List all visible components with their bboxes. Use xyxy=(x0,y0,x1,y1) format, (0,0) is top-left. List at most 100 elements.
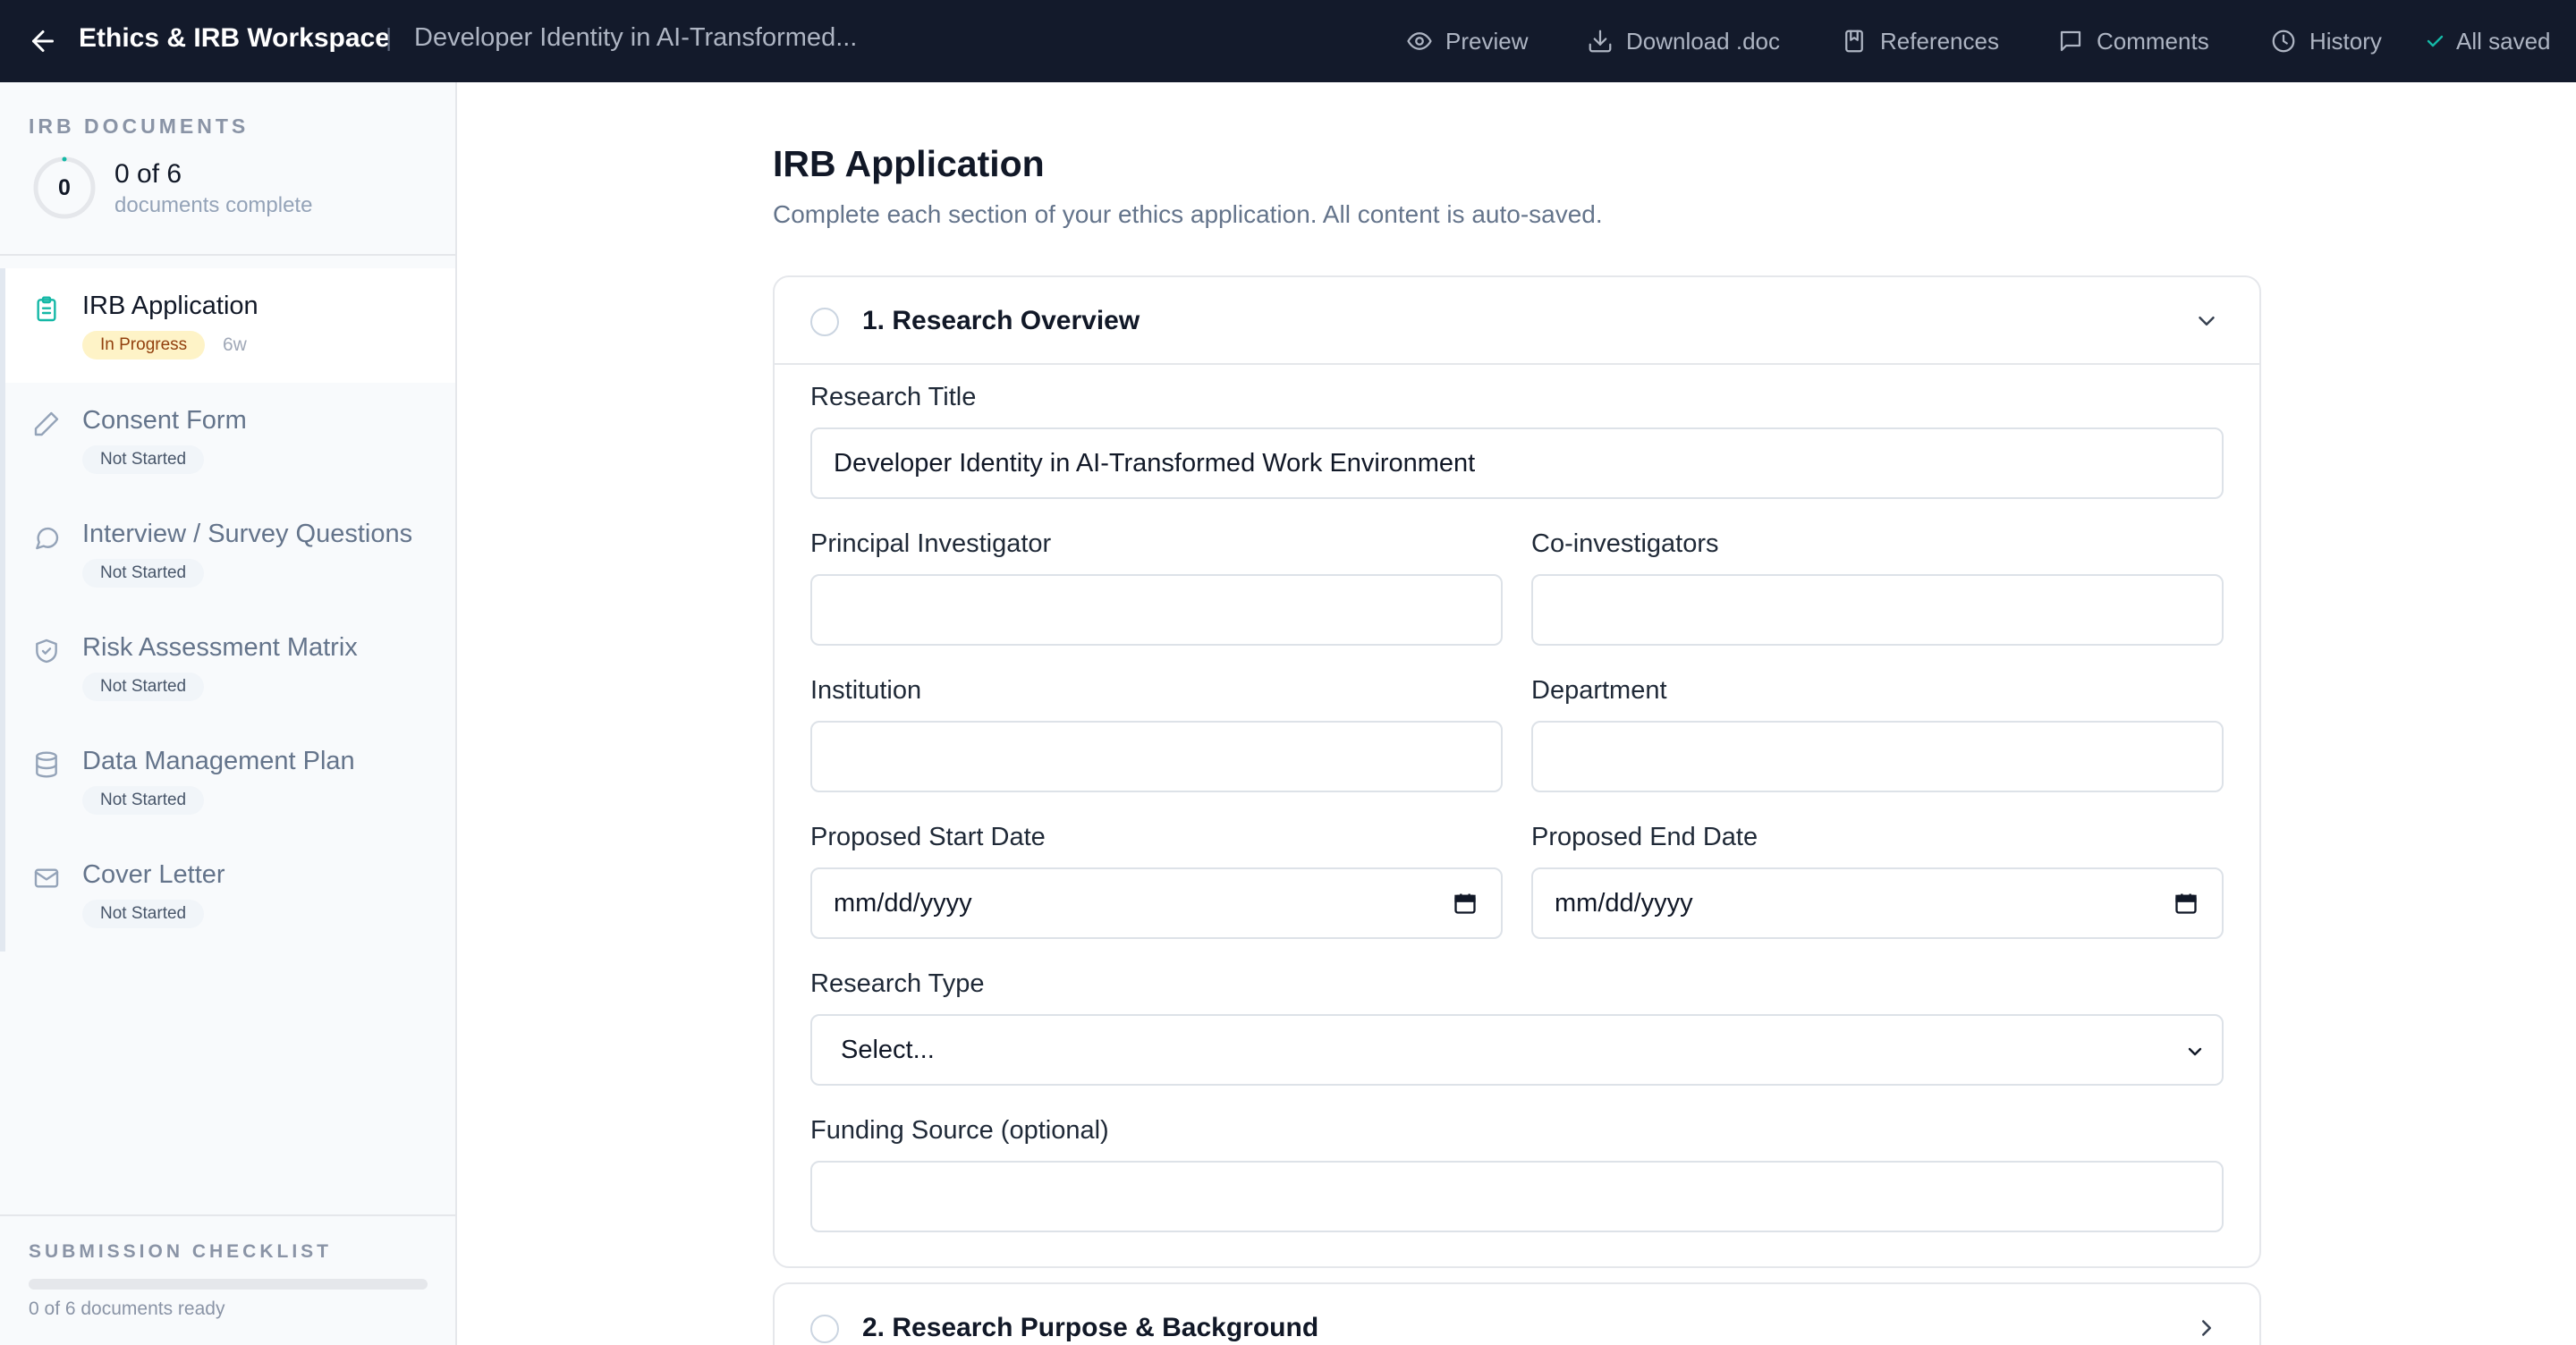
start-date-label: Proposed Start Date xyxy=(810,823,1046,851)
status-badge: In Progress xyxy=(82,331,206,360)
sidebar-item-irb-application[interactable]: IRB Application In Progress 6w xyxy=(0,268,455,383)
save-status-label: All saved xyxy=(2456,27,2551,55)
sidebar-item-consent-form[interactable]: Consent Form Not Started xyxy=(0,383,455,497)
shield-icon xyxy=(36,639,57,664)
download-icon xyxy=(1589,30,1612,53)
comments-button[interactable]: Comments xyxy=(2057,23,2209,59)
research-title-value: Developer Identity in AI-Transformed Wor… xyxy=(834,449,1476,478)
document-name: Consent Form xyxy=(82,406,247,435)
status-badge: Not Started xyxy=(82,445,205,474)
progress-label: documents complete xyxy=(114,193,313,217)
references-button[interactable]: References xyxy=(1841,23,1999,59)
institution-label: Institution xyxy=(810,676,922,705)
history-label: History xyxy=(2309,27,2382,55)
comments-label: Comments xyxy=(2097,27,2209,55)
section-title: 2. Research Purpose & Background xyxy=(862,1313,1319,1342)
progress-ring-value: 0 xyxy=(58,175,71,200)
chevron-down-icon xyxy=(2188,1047,2202,1056)
document-name: Cover Letter xyxy=(82,860,225,889)
database-icon xyxy=(36,751,57,778)
research-type-value: Select... xyxy=(841,1036,935,1064)
start-date-value: mm/dd/yyyy xyxy=(834,889,972,918)
sidebar-item-data-management-plan[interactable]: Data Management Plan Not Started xyxy=(0,723,455,838)
clipboard-icon xyxy=(37,296,56,322)
end-date-input[interactable]: mm/dd/yyyy xyxy=(1531,867,2224,939)
sidebar-divider xyxy=(0,254,455,256)
principal-investigator-input[interactable] xyxy=(810,574,1503,646)
section-research-overview: 1. Research Overview Research Title Deve… xyxy=(773,275,2261,1268)
item-indicator xyxy=(0,610,5,724)
page-subtitle: Complete each section of your ethics app… xyxy=(773,200,1603,228)
pencil-icon xyxy=(34,411,59,436)
calendar-icon[interactable] xyxy=(2174,891,2199,916)
chevron-right-icon xyxy=(2202,1320,2211,1336)
funding-source-input[interactable] xyxy=(810,1161,2224,1232)
references-label: References xyxy=(1880,27,1999,55)
department-label: Department xyxy=(1531,676,1667,705)
status-badge: Not Started xyxy=(82,672,205,701)
app-title: Ethics & IRB Workspace xyxy=(79,23,390,53)
status-badge: Not Started xyxy=(82,786,205,815)
progress-count: 0 of 6 xyxy=(114,159,182,189)
document-name: Interview / Survey Questions xyxy=(82,520,413,548)
eye-icon xyxy=(1407,32,1432,50)
start-date-input[interactable]: mm/dd/yyyy xyxy=(810,867,1503,939)
checklist-heading: SUBMISSION CHECKLIST xyxy=(29,1241,333,1262)
end-date-value: mm/dd/yyyy xyxy=(1555,889,1693,918)
checklist-divider xyxy=(0,1214,455,1216)
research-title-input[interactable]: Developer Identity in AI-Transformed Wor… xyxy=(810,427,2224,499)
document-age: 6w xyxy=(223,334,247,355)
sidebar-heading: IRB DOCUMENTS xyxy=(29,114,250,138)
top-bar: Ethics & IRB Workspace | Developer Ident… xyxy=(0,0,2576,82)
document-title: Developer Identity in AI-Transformed... xyxy=(414,23,858,52)
principal-investigator-label: Principal Investigator xyxy=(810,529,1052,558)
mail-icon xyxy=(34,868,59,888)
sidebar-item-interview-survey-questions[interactable]: Interview / Survey Questions Not Started xyxy=(0,496,455,611)
checklist-progress-bar xyxy=(29,1279,428,1290)
sidebar: IRB DOCUMENTS 0 0 of 6 documents complet… xyxy=(0,82,457,1345)
item-indicator xyxy=(0,723,5,838)
back-arrow-icon[interactable] xyxy=(27,25,59,57)
document-name: Risk Assessment Matrix xyxy=(82,633,358,662)
document-name: IRB Application xyxy=(82,292,258,320)
history-button[interactable]: History xyxy=(2270,23,2382,59)
co-investigators-input[interactable] xyxy=(1531,574,2224,646)
chat-bubble-icon xyxy=(36,527,59,550)
funding-source-label: Funding Source (optional) xyxy=(810,1116,1109,1145)
institution-input[interactable] xyxy=(810,721,1503,792)
status-badge: Not Started xyxy=(82,900,205,928)
check-icon xyxy=(2427,35,2444,47)
title-separator: | xyxy=(386,23,393,51)
sidebar-item-cover-letter[interactable]: Cover Letter Not Started xyxy=(0,837,455,952)
preview-label: Preview xyxy=(1445,27,1529,55)
calendar-icon[interactable] xyxy=(1453,891,1478,916)
document-name: Data Management Plan xyxy=(82,747,355,775)
preview-button[interactable]: Preview xyxy=(1406,23,1528,59)
section-research-purpose: 2. Research Purpose & Background xyxy=(773,1282,2261,1345)
item-indicator xyxy=(0,268,5,383)
chevron-down-icon xyxy=(2199,317,2215,326)
end-date-label: Proposed End Date xyxy=(1531,823,1758,851)
comment-icon xyxy=(2060,30,2081,52)
item-indicator xyxy=(0,496,5,611)
research-type-label: Research Type xyxy=(810,969,985,998)
section-status-circle xyxy=(810,308,839,336)
research-type-select[interactable]: Select... xyxy=(810,1014,2224,1086)
section-title: 1. Research Overview xyxy=(862,306,1140,335)
download-label: Download .doc xyxy=(1626,27,1780,55)
department-input[interactable] xyxy=(1531,721,2224,792)
co-investigators-label: Co-investigators xyxy=(1531,529,1719,558)
save-status: All saved xyxy=(2424,23,2551,59)
section-header[interactable]: 2. Research Purpose & Background xyxy=(775,1284,2259,1345)
clock-icon xyxy=(2272,30,2295,53)
checklist-label: 0 of 6 documents ready xyxy=(29,1298,225,1319)
item-indicator xyxy=(0,383,5,497)
status-badge: Not Started xyxy=(82,559,205,588)
download-doc-button[interactable]: Download .doc xyxy=(1587,23,1780,59)
section-status-circle xyxy=(810,1315,839,1343)
section-header[interactable]: 1. Research Overview xyxy=(775,277,2259,365)
item-indicator xyxy=(0,837,5,952)
page-title: IRB Application xyxy=(773,143,1045,184)
research-title-label: Research Title xyxy=(810,383,977,411)
sidebar-item-risk-assessment-matrix[interactable]: Risk Assessment Matrix Not Started xyxy=(0,610,455,724)
